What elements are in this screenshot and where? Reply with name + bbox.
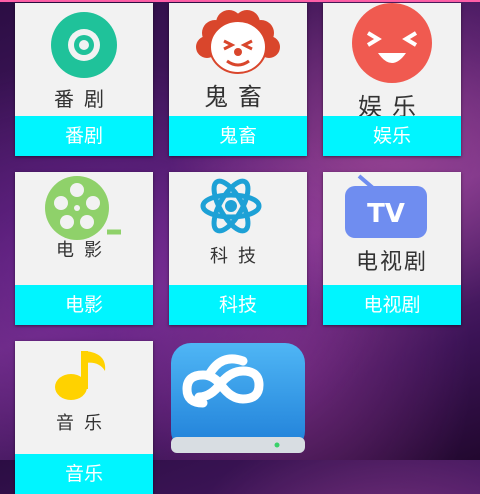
tile-label: 音乐 bbox=[15, 454, 153, 494]
tile-fanju[interactable]: 番剧 番剧 bbox=[15, 3, 153, 156]
tile-dianying[interactable]: 电影 电影 bbox=[15, 172, 153, 325]
tile-yinyue[interactable]: 音乐 音乐 bbox=[15, 341, 153, 494]
tile-caption: 音乐 bbox=[56, 413, 112, 434]
tile-caption: 番剧 bbox=[54, 87, 114, 111]
atom-icon bbox=[200, 178, 262, 234]
tile-caption: 电视剧 bbox=[355, 250, 428, 275]
tile-label: 番剧 bbox=[15, 116, 153, 156]
tile-caption: 鬼畜 bbox=[204, 83, 272, 111]
tile-yule[interactable]: 娱乐 娱乐 bbox=[323, 3, 461, 156]
tile-caption: 电影 bbox=[56, 240, 112, 261]
tile-label: 娱乐 bbox=[323, 116, 461, 156]
tile-label: 科技 bbox=[169, 285, 307, 325]
tile-guichu[interactable]: 鬼畜 鬼畜 bbox=[169, 3, 307, 156]
svg-text:TV: TV bbox=[367, 199, 405, 229]
tile-caption: 科技 bbox=[210, 246, 266, 267]
tile-label: 电视剧 bbox=[323, 285, 461, 325]
music-note-icon bbox=[55, 351, 106, 400]
cloud-storage-icon bbox=[171, 343, 305, 453]
top-accent-bar bbox=[0, 0, 480, 2]
film-reel-icon bbox=[45, 176, 121, 240]
tile-keji[interactable]: 科技 科技 bbox=[169, 172, 307, 325]
tile-label: 鬼畜 bbox=[169, 116, 307, 156]
cloud-app-tile[interactable] bbox=[169, 341, 307, 460]
tile-label: 电影 bbox=[15, 285, 153, 325]
tile-dianshiju[interactable]: TV 电视剧 电视剧 bbox=[323, 172, 461, 325]
